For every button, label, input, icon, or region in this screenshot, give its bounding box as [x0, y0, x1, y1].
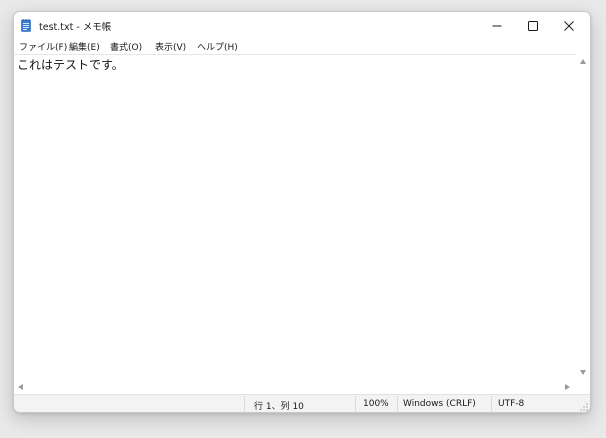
scroll-left-icon[interactable]: [18, 384, 23, 390]
text-editor[interactable]: これはテストです。: [14, 54, 576, 381]
title-bar[interactable]: test.txt - メモ帳: [14, 12, 590, 40]
window-title: test.txt - メモ帳: [39, 22, 112, 33]
resize-grip-icon[interactable]: [580, 403, 588, 411]
cursor-position: 行 1、列 10: [254, 402, 304, 412]
menu-bar: ファイル(F) 編集(E) 書式(O) 表示(V) ヘルプ(H): [14, 39, 590, 54]
close-button[interactable]: [551, 12, 587, 40]
menu-help[interactable]: ヘルプ(H): [197, 40, 238, 53]
encoding: UTF-8: [498, 399, 525, 409]
scroll-right-icon[interactable]: [565, 384, 570, 390]
status-divider: [397, 396, 398, 412]
notepad-window: test.txt - メモ帳 ファイル(F) 編集(E) 書式(O) 表示(V)…: [13, 11, 591, 413]
menu-edit[interactable]: 編集(E): [69, 40, 100, 53]
zoom-level: 100%: [363, 399, 389, 409]
status-bar: 行 1、列 10 100% Windows (CRLF) UTF-8: [14, 394, 590, 412]
maximize-icon: [528, 21, 538, 31]
vertical-scrollbar[interactable]: [576, 54, 590, 380]
line-ending: Windows (CRLF): [403, 399, 476, 409]
minimize-button[interactable]: [479, 12, 515, 40]
notepad-icon: [21, 19, 31, 32]
maximize-button[interactable]: [515, 12, 551, 40]
menu-format[interactable]: 書式(O): [110, 40, 142, 53]
horizontal-scrollbar[interactable]: [14, 380, 576, 394]
status-divider: [355, 396, 356, 412]
scroll-up-icon[interactable]: [580, 59, 586, 64]
close-icon: [564, 21, 574, 31]
editor-content[interactable]: これはテストです。: [17, 56, 124, 73]
minimize-icon: [492, 25, 502, 27]
menu-file[interactable]: ファイル(F): [19, 40, 67, 53]
status-divider: [244, 396, 245, 412]
scrollbar-corner: [576, 380, 590, 394]
scroll-down-icon[interactable]: [580, 370, 586, 375]
menu-view[interactable]: 表示(V): [155, 40, 186, 53]
status-divider: [491, 396, 492, 412]
